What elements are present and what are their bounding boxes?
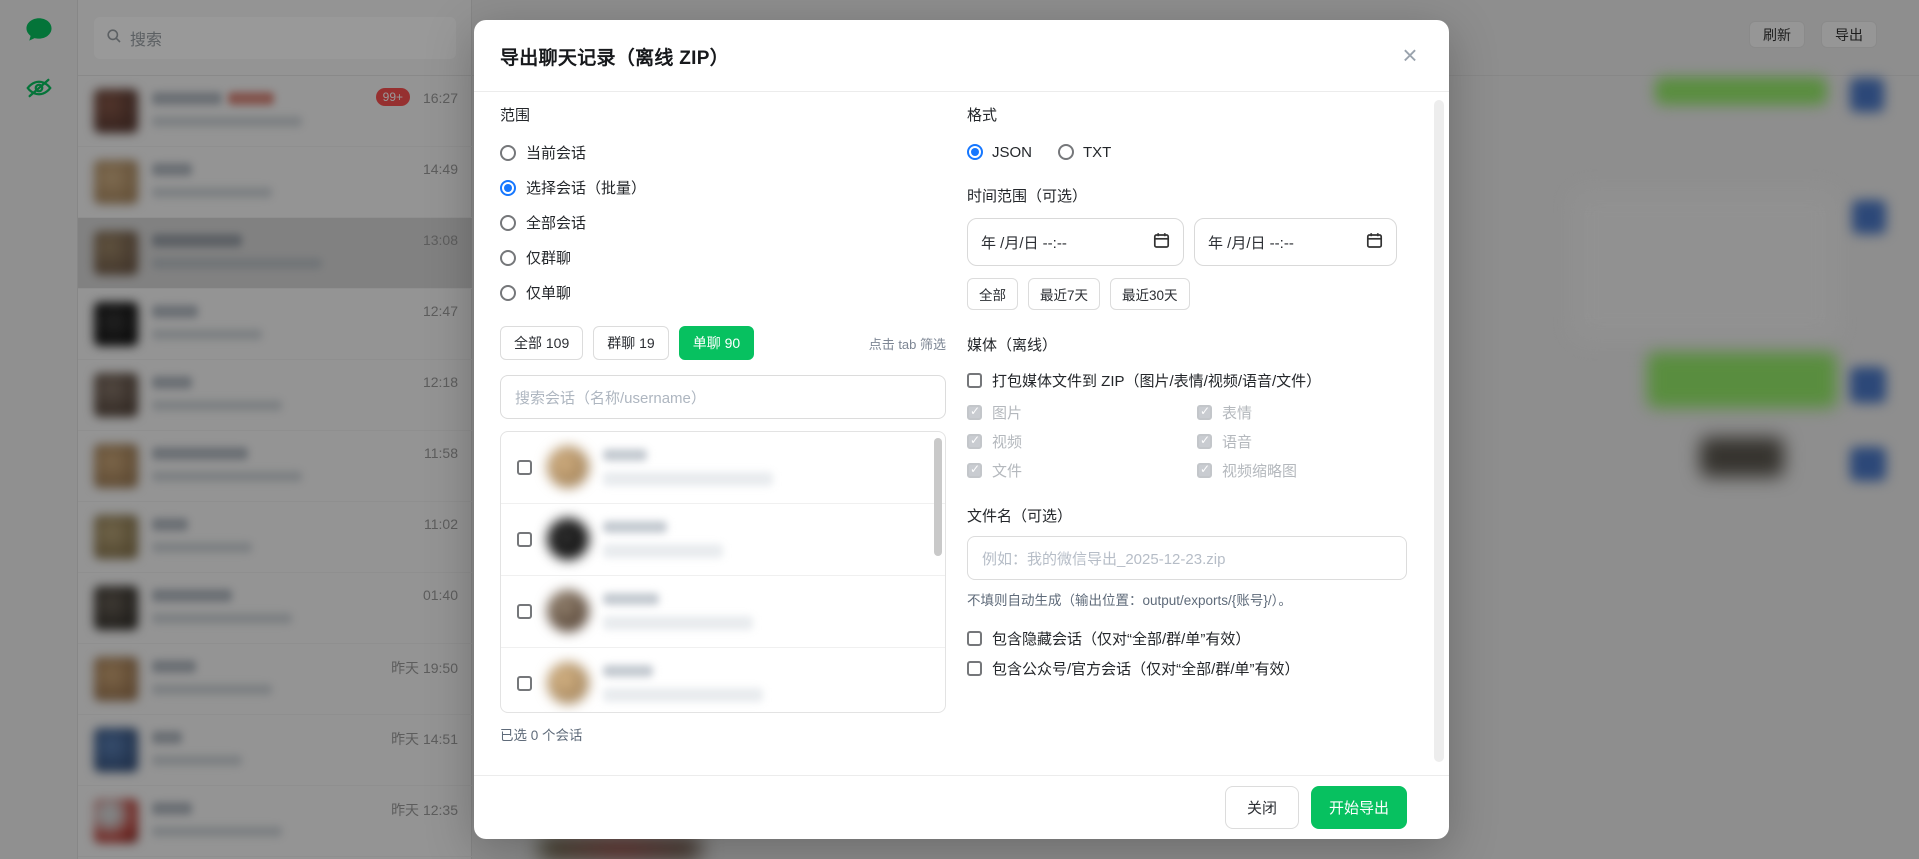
radio-icon [500, 145, 516, 161]
checkbox-checked-disabled-icon [967, 405, 982, 420]
scope-section: 范围 当前会话 选择会话（批量） 全部会话 仅群聊 仅单聊 [500, 104, 946, 744]
checkbox-icon [967, 631, 982, 646]
conversation-row[interactable] [501, 648, 945, 713]
media-option-video-thumbnails: 视频缩略图 [1197, 459, 1407, 481]
avatar [547, 446, 589, 488]
conversation-checkbox[interactable] [517, 532, 532, 547]
conversation-row[interactable] [501, 504, 945, 576]
time-presets: 全部 最近7天 最近30天 [967, 278, 1407, 310]
radio-groups-only[interactable]: 仅群聊 [500, 240, 946, 275]
media-sub-options: 图片 表情 视频 语音 文件 [967, 401, 1407, 481]
calendar-icon[interactable] [1153, 232, 1170, 253]
filename-hint: 不填则自动生成（输出位置：output/exports/{账号}/）。 [967, 589, 1407, 609]
export-dialog: 导出聊天记录（离线 ZIP） × 范围 当前会话 选择会话（批量） 全部会话 仅… [474, 20, 1449, 839]
tab-singles[interactable]: 单聊 90 [679, 326, 754, 360]
time-range-inputs: 年 /月/日 --:-- 年 /月/日 --:-- [967, 218, 1407, 266]
avatar [547, 518, 589, 560]
checkbox-checked-disabled-icon [1197, 463, 1212, 478]
radio-current-conversation[interactable]: 当前会话 [500, 135, 946, 170]
preset-7days-button[interactable]: 最近7天 [1028, 278, 1100, 310]
conversation-list [500, 431, 946, 713]
filename-label: 文件名（可选） [967, 505, 1407, 526]
radio-singles-only[interactable]: 仅单聊 [500, 275, 946, 310]
checkbox-checked-disabled-icon [967, 434, 982, 449]
dialog-footer: 关闭 开始导出 [474, 775, 1449, 839]
tab-all[interactable]: 全部 109 [500, 326, 583, 360]
format-options: JSON TXT [967, 135, 1407, 169]
calendar-icon[interactable] [1366, 232, 1383, 253]
conversation-checkbox[interactable] [517, 676, 532, 691]
avatar [547, 662, 589, 704]
time-range-label: 时间范围（可选） [967, 185, 1407, 206]
conversation-search-input[interactable]: 搜索会话（名称/username） [500, 375, 946, 419]
radio-format-json[interactable]: JSON [967, 144, 1032, 161]
filter-tabs: 全部 109 群聊 19 单聊 90 点击 tab 筛选 [500, 326, 946, 360]
checkbox-checked-disabled-icon [1197, 405, 1212, 420]
pack-media-option[interactable]: 打包媒体文件到 ZIP（图片/表情/视频/语音/文件） [967, 365, 1407, 395]
conversation-row[interactable] [501, 576, 945, 648]
include-hidden-option[interactable]: 包含隐藏会话（仅对“全部/群/单”有效） [967, 623, 1407, 653]
radio-format-txt[interactable]: TXT [1058, 144, 1111, 161]
start-export-button[interactable]: 开始导出 [1311, 786, 1407, 829]
media-label: 媒体（离线） [967, 334, 1407, 355]
radio-all-conversations[interactable]: 全部会话 [500, 205, 946, 240]
radio-icon-checked [500, 180, 516, 196]
radio-icon [1058, 144, 1074, 160]
conversation-search-placeholder: 搜索会话（名称/username） [515, 387, 706, 408]
close-button[interactable]: 关闭 [1225, 786, 1299, 829]
preset-30days-button[interactable]: 最近30天 [1110, 278, 1190, 310]
format-label: 格式 [967, 104, 1407, 125]
checkbox-checked-disabled-icon [967, 463, 982, 478]
tab-groups[interactable]: 群聊 19 [593, 326, 668, 360]
radio-select-conversations[interactable]: 选择会话（批量） [500, 170, 946, 205]
tabs-hint: 点击 tab 筛选 [869, 334, 946, 353]
avatar [547, 590, 589, 632]
dialog-scrollbar[interactable] [1434, 100, 1444, 762]
radio-icon [500, 250, 516, 266]
dialog-title: 导出聊天记录（离线 ZIP） [500, 43, 729, 70]
conversation-checkbox[interactable] [517, 460, 532, 475]
start-datetime-input[interactable]: 年 /月/日 --:-- [967, 218, 1184, 266]
radio-icon [500, 215, 516, 231]
media-option-files: 文件 [967, 459, 1197, 481]
options-section: 格式 JSON TXT 时间范围（可选） 年 /月/日 --:-- [967, 104, 1407, 683]
radio-icon-checked [967, 144, 983, 160]
media-option-stickers: 表情 [1197, 401, 1407, 423]
conversation-row[interactable] [501, 432, 945, 504]
filename-placeholder: 例如：我的微信导出_2025-12-23.zip [982, 548, 1225, 569]
app-window: 搜索 99+ 16:27 14:49 13:08 12:47 [0, 0, 1919, 859]
checkbox-checked-disabled-icon [1197, 434, 1212, 449]
checkbox-icon [967, 373, 982, 388]
filename-input[interactable]: 例如：我的微信导出_2025-12-23.zip [967, 536, 1407, 580]
include-official-option[interactable]: 包含公众号/官方会话（仅对“全部/群/单”有效） [967, 653, 1407, 683]
media-option-voice: 语音 [1197, 430, 1407, 452]
list-scrollbar[interactable] [934, 438, 942, 556]
end-datetime-input[interactable]: 年 /月/日 --:-- [1194, 218, 1397, 266]
extra-options: 包含隐藏会话（仅对“全部/群/单”有效） 包含公众号/官方会话（仅对“全部/群/… [967, 623, 1407, 683]
checkbox-icon [967, 661, 982, 676]
selected-count: 已选 0 个会话 [500, 724, 946, 744]
radio-icon [500, 285, 516, 301]
preset-all-button[interactable]: 全部 [967, 278, 1018, 310]
media-option-videos: 视频 [967, 430, 1197, 452]
scope-label: 范围 [500, 104, 946, 125]
media-option-images: 图片 [967, 401, 1197, 423]
dialog-header: 导出聊天记录（离线 ZIP） × [474, 20, 1449, 92]
conversation-checkbox[interactable] [517, 604, 532, 619]
close-icon[interactable]: × [1393, 38, 1427, 72]
